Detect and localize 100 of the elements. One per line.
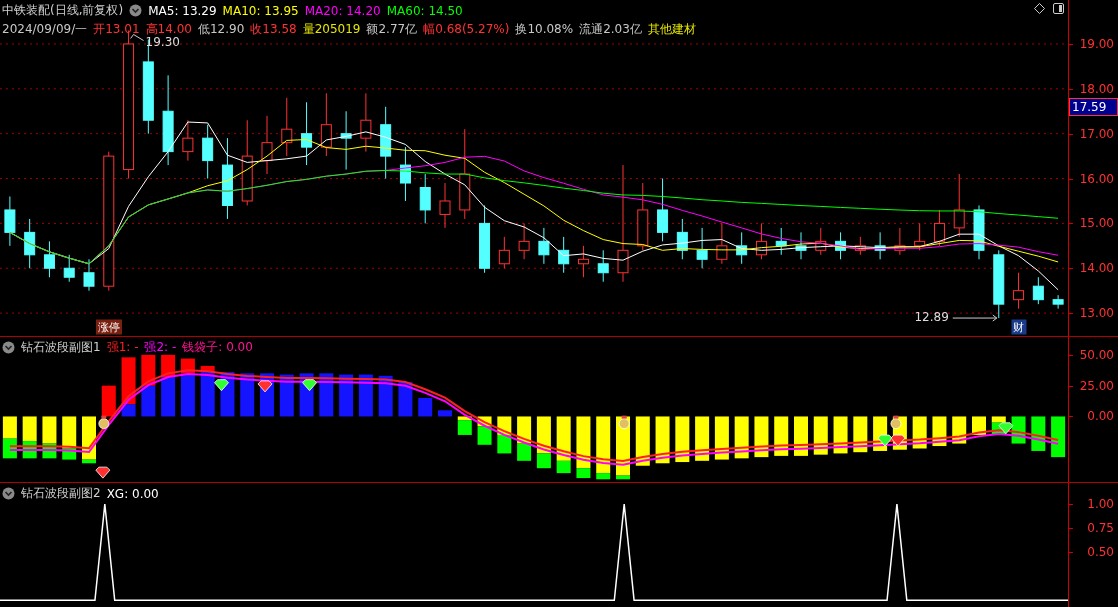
candlestick [795, 231, 807, 260]
indicator-value: 强2: - [144, 339, 177, 356]
diamond-icon [214, 379, 229, 392]
indicator-value: MA20: 14.20 [304, 3, 381, 18]
axis-tick-label: 50.00 [1079, 347, 1114, 362]
candlestick [498, 236, 510, 269]
histogram-bar [22, 416, 37, 459]
collapse-icon[interactable] [2, 487, 15, 500]
candlestick [755, 222, 767, 260]
candlestick [43, 240, 55, 278]
collapse-icon[interactable] [2, 341, 15, 354]
quote-value: 量205019 [302, 21, 361, 38]
histogram-bar [714, 416, 729, 460]
histogram-bar [339, 374, 354, 417]
histogram-bar [279, 374, 294, 417]
histogram-bar [62, 416, 77, 460]
histogram-bar [635, 416, 650, 466]
chart-title: 中铁装配(日线,前复权) [2, 2, 124, 19]
histogram-bar [813, 416, 828, 455]
histogram-bar [319, 373, 334, 417]
candlestick [83, 258, 95, 292]
indicator-value: MA5: 13.29 [148, 3, 217, 18]
histogram-bar [200, 365, 215, 417]
diamond-icon [95, 466, 111, 479]
histogram-bar [794, 416, 808, 456]
candlestick [973, 204, 985, 260]
quote-value: 额2.77亿 [366, 21, 418, 38]
leader-line [952, 314, 998, 322]
histogram-bar [101, 385, 116, 417]
candlestick [518, 222, 530, 260]
quote-value: 开13.01 [93, 21, 140, 38]
candlestick [894, 227, 906, 256]
axis-tick-label: 15.00 [1079, 216, 1114, 231]
histogram-bar [734, 416, 749, 459]
candlestick [340, 110, 352, 171]
histogram-bar [121, 357, 136, 417]
money-bag-icon [98, 415, 110, 429]
histogram-bar [141, 354, 156, 417]
histogram-bar [517, 416, 532, 461]
histogram-bar [418, 398, 433, 417]
diamond-icon [998, 422, 1014, 435]
quote-value: 换10.08% [515, 21, 574, 38]
candlestick [815, 227, 827, 256]
event-badge: 涨停 [95, 319, 122, 335]
candlestick [854, 236, 866, 256]
diamond-icon [890, 434, 906, 447]
candlestick [261, 115, 273, 175]
candlestick [419, 173, 431, 224]
candlestick [538, 227, 550, 265]
histogram-bar [477, 416, 492, 445]
axis-tick-label: 17.00 [1079, 126, 1114, 141]
candlestick [835, 231, 847, 260]
histogram-bar [556, 416, 571, 474]
indicator-value: 钱袋子: 0.00 [182, 339, 253, 356]
candlestick [775, 227, 787, 256]
indicator-value: MA60: 14.50 [386, 3, 463, 18]
candlestick [1032, 276, 1044, 305]
candlestick [676, 218, 688, 260]
event-badge: 财 [1011, 319, 1027, 335]
money-bag-icon [890, 415, 902, 429]
leader-line [130, 34, 145, 41]
candlestick [696, 227, 708, 269]
candlestick [24, 218, 36, 269]
candlestick [439, 182, 451, 229]
indicator-value: 强1: - [106, 339, 139, 356]
histogram-bar [774, 416, 789, 456]
candlestick [933, 209, 945, 247]
candlestick [399, 146, 411, 202]
axis-tick-label: 14.00 [1079, 261, 1114, 276]
histogram-bar [457, 416, 472, 435]
diamond-icon [302, 379, 317, 392]
histogram-bar [180, 358, 195, 417]
histogram-bar [378, 375, 393, 417]
histogram-bar [972, 416, 986, 435]
histogram-bar [161, 354, 176, 417]
candlestick [63, 254, 75, 283]
axis-tick-label: 13.00 [1079, 306, 1114, 321]
collapse-icon[interactable] [129, 4, 143, 17]
candlestick [360, 92, 372, 153]
histogram-bar [576, 416, 591, 479]
candlestick [1013, 272, 1025, 310]
axis-tick-label: 18.00 [1079, 81, 1114, 96]
panel-toggle-icon[interactable] [1053, 3, 1064, 14]
candlestick [320, 92, 332, 157]
diamond-icon[interactable] [1034, 3, 1045, 14]
histogram-bar [497, 416, 512, 454]
histogram-bar [675, 416, 690, 463]
histogram-bar [438, 410, 452, 417]
histogram-bar [42, 416, 57, 459]
candlestick [953, 173, 965, 238]
histogram-bar [1051, 416, 1066, 458]
candlestick [301, 101, 313, 166]
quote-value: 收13.58 [250, 21, 297, 38]
indicator-title: 钻石波段副图1 [21, 339, 101, 356]
candlestick [597, 249, 609, 283]
indicator-value: XG: 0.00 [106, 486, 159, 501]
axis-tick-label: 16.00 [1079, 171, 1114, 186]
candlestick [1052, 294, 1064, 310]
candlestick [558, 236, 570, 274]
axis-tick-label: 19.00 [1079, 36, 1114, 51]
